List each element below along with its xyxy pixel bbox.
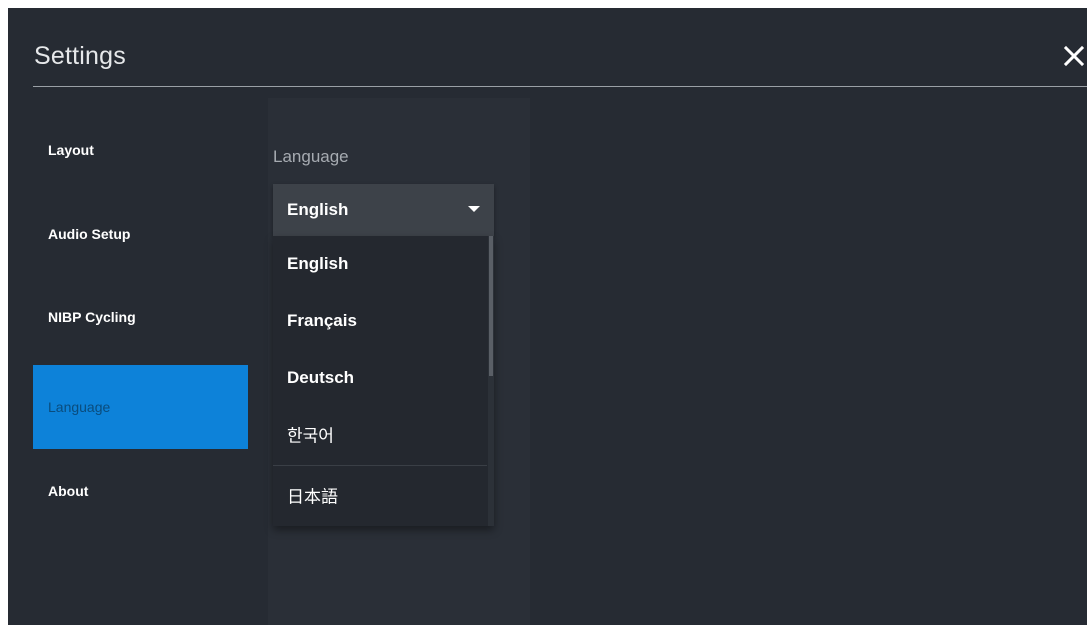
title-divider [33,86,1087,87]
sidebar-item-about[interactable]: About [33,449,248,533]
caret-down-icon [468,206,480,212]
language-option-english[interactable]: English [273,236,487,292]
close-icon[interactable] [1062,44,1086,68]
close-button[interactable] [1062,44,1086,68]
sidebar-item-language[interactable]: Language [33,365,248,449]
sidebar-item-nibp-cycling[interactable]: NIBP Cycling [33,275,248,359]
option-label: Deutsch [287,368,355,387]
language-dropdown-list: English Français Deutsch 한국어 日本語 [273,236,494,526]
option-label: Français [287,311,357,330]
sidebar-item-layout[interactable]: Layout [33,108,248,192]
language-select[interactable]: English [273,184,494,236]
sidebar-item-label: Audio Setup [48,226,131,242]
sidebar-item-label: About [48,483,89,499]
language-label: Language [273,147,349,166]
option-label: English [287,254,349,273]
option-label: 한국어 [287,426,334,447]
settings-window: Settings Layout Audio Setup NIBP Cycling… [8,8,1087,625]
selected-language: English [287,200,349,219]
language-option-korean[interactable]: 한국어 [273,406,487,462]
language-option-francais[interactable]: Français [273,293,487,349]
sidebar-item-audio-setup[interactable]: Audio Setup [33,192,248,276]
dropdown-scrollbar[interactable] [488,236,494,526]
sidebar-item-label: Language [48,399,111,415]
option-divider [273,465,487,466]
option-label: 日本語 [287,487,338,508]
page-title: Settings [34,42,126,70]
language-option-japanese[interactable]: 日本語 [273,467,487,523]
sidebar-item-label: NIBP Cycling [48,309,136,325]
language-option-deutsch[interactable]: Deutsch [273,350,487,406]
scrollbar-thumb[interactable] [489,236,493,376]
sidebar-item-label: Layout [48,142,94,158]
